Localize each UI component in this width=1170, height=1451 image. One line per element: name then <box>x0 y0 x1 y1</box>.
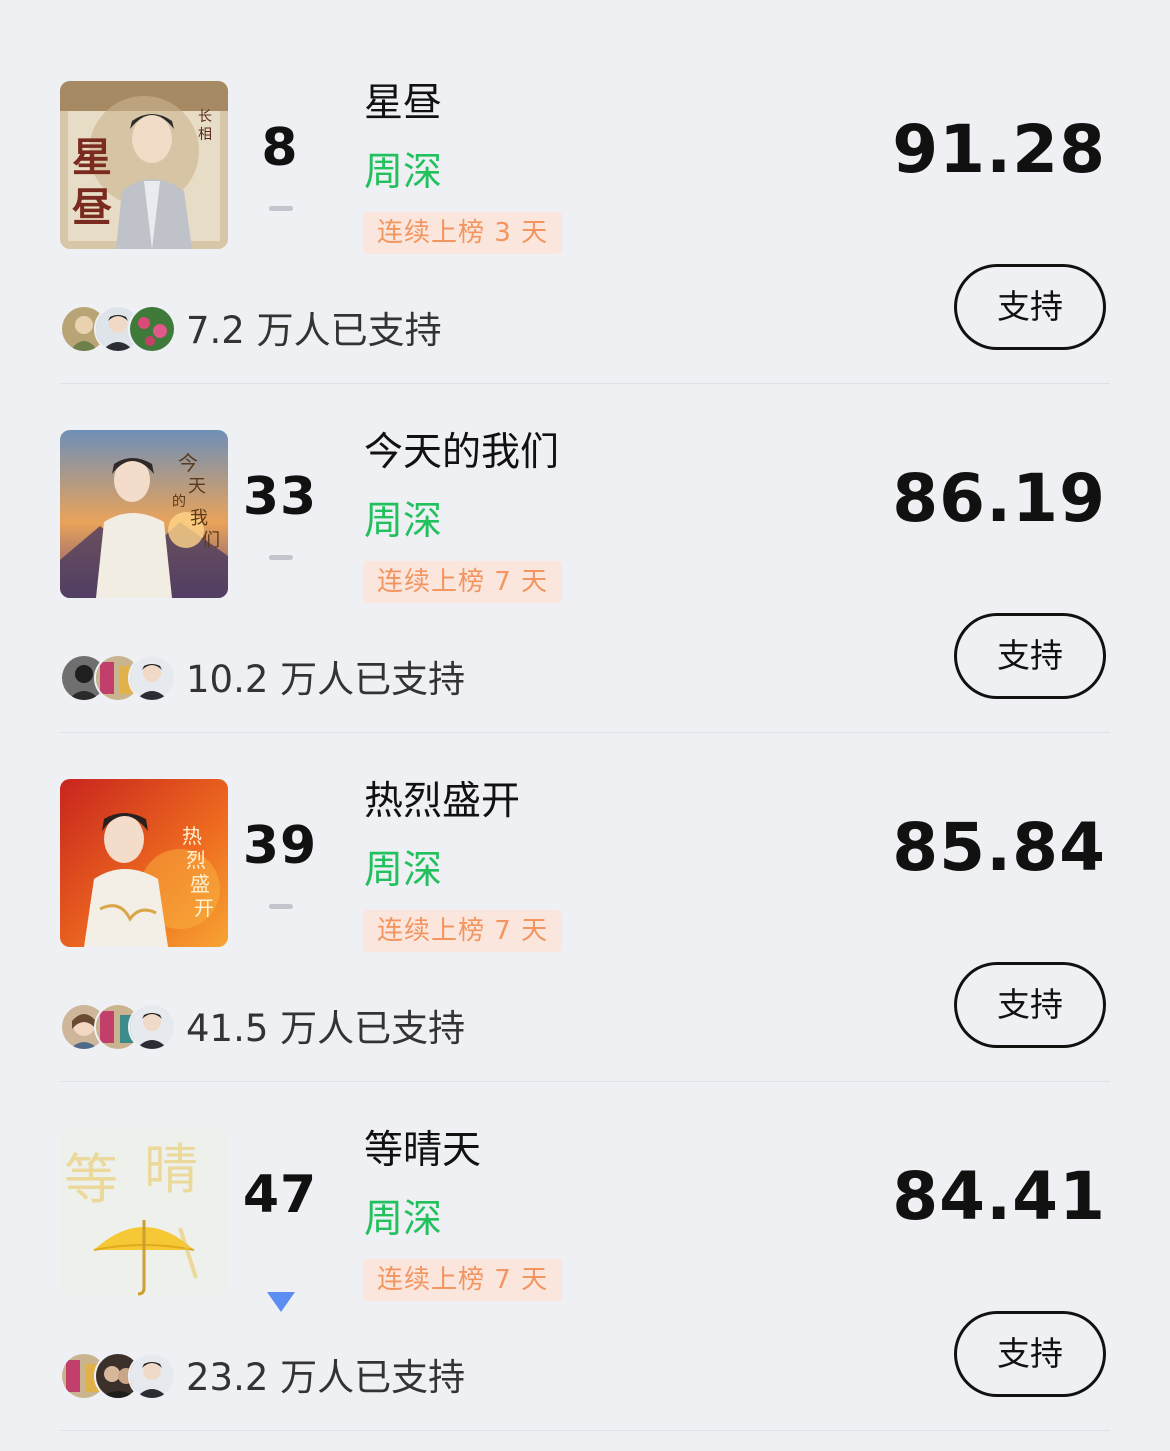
supporter-avatars <box>60 305 180 353</box>
score: 86.19 <box>892 460 1106 537</box>
svg-text:晴: 晴 <box>144 1138 198 1201</box>
album-cover-image: 热 烈 盛 开 <box>60 779 228 947</box>
album-cover-image: 等 晴 <box>60 1128 228 1296</box>
chart-entry[interactable]: 热 烈 盛 开 39 热烈盛开 周深 连续上榜 7 天 85.84 支持 41.… <box>0 698 1170 1082</box>
svg-text:的: 的 <box>172 494 186 510</box>
album-cover-image: 星 昼 长 相 <box>60 81 228 249</box>
supporter-avatars <box>60 654 180 702</box>
rank-number: 39 <box>242 816 318 876</box>
svg-text:等: 等 <box>64 1148 118 1211</box>
chart-entry[interactable]: 今 天 的 我 们 33 今天的我们 周深 连续上榜 7 天 86.19 支持 … <box>0 349 1170 733</box>
album-cover-image: 今 天 的 我 们 <box>60 430 228 598</box>
support-button[interactable]: 支持 <box>954 1311 1106 1397</box>
album-cover[interactable]: 热 烈 盛 开 <box>60 779 228 947</box>
trend-flat-icon <box>269 206 293 211</box>
chart-entry[interactable]: 星 昼 长 相 8 星昼 周深 连续上榜 3 天 91.28 支持 7.2 万人… <box>0 0 1170 384</box>
artist-name[interactable]: 周深 <box>364 1195 442 1245</box>
album-cover[interactable]: 星 昼 长 相 <box>60 81 228 249</box>
song-title[interactable]: 热烈盛开 <box>364 778 520 826</box>
avatar <box>128 1003 176 1051</box>
song-title[interactable]: 等晴天 <box>364 1127 481 1175</box>
svg-text:盛: 盛 <box>190 872 210 896</box>
streak-badge: 连续上榜 3 天 <box>363 212 563 254</box>
svg-text:相: 相 <box>198 127 212 143</box>
streak-badge: 连续上榜 7 天 <box>363 1259 563 1301</box>
svg-text:星: 星 <box>72 134 112 181</box>
rank-number: 47 <box>242 1165 318 1225</box>
avatar <box>128 1352 176 1400</box>
svg-text:天: 天 <box>188 476 206 497</box>
artist-name[interactable]: 周深 <box>364 497 442 547</box>
divider <box>60 1430 1110 1431</box>
supporter-avatars <box>60 1352 180 1400</box>
support-button[interactable]: 支持 <box>954 962 1106 1048</box>
trend-flat-icon <box>269 904 293 909</box>
score: 85.84 <box>892 809 1106 886</box>
supporters-count: 23.2 万人已支持 <box>186 1356 466 1399</box>
avatar <box>128 305 176 353</box>
svg-text:昼: 昼 <box>72 184 112 231</box>
support-button[interactable]: 支持 <box>954 264 1106 350</box>
svg-text:热: 热 <box>182 824 202 848</box>
svg-text:开: 开 <box>194 896 214 920</box>
song-title[interactable]: 今天的我们 <box>364 429 559 477</box>
chart-entry[interactable]: 等 晴 47 等晴天 周深 连续上榜 7 天 84.41 支持 23.2 万人已… <box>0 1047 1170 1431</box>
streak-badge: 连续上榜 7 天 <box>363 561 563 603</box>
album-cover[interactable]: 等 晴 <box>60 1128 228 1296</box>
avatar <box>128 654 176 702</box>
artist-name[interactable]: 周深 <box>364 148 442 198</box>
song-title[interactable]: 星昼 <box>364 80 442 128</box>
rank-number: 33 <box>242 467 318 527</box>
trend-down-icon <box>267 1292 295 1312</box>
score: 91.28 <box>892 111 1106 188</box>
svg-text:我: 我 <box>190 508 208 529</box>
rank-number: 8 <box>261 118 299 178</box>
streak-badge: 连续上榜 7 天 <box>363 910 563 952</box>
artist-name[interactable]: 周深 <box>364 846 442 896</box>
svg-text:长: 长 <box>198 109 212 125</box>
svg-text:们: 们 <box>202 530 220 551</box>
svg-text:烈: 烈 <box>186 848 206 872</box>
trend-flat-icon <box>269 555 293 560</box>
svg-text:今: 今 <box>178 451 198 475</box>
score: 84.41 <box>892 1158 1106 1235</box>
supporter-avatars <box>60 1003 180 1051</box>
album-cover[interactable]: 今 天 的 我 们 <box>60 430 228 598</box>
support-button[interactable]: 支持 <box>954 613 1106 699</box>
